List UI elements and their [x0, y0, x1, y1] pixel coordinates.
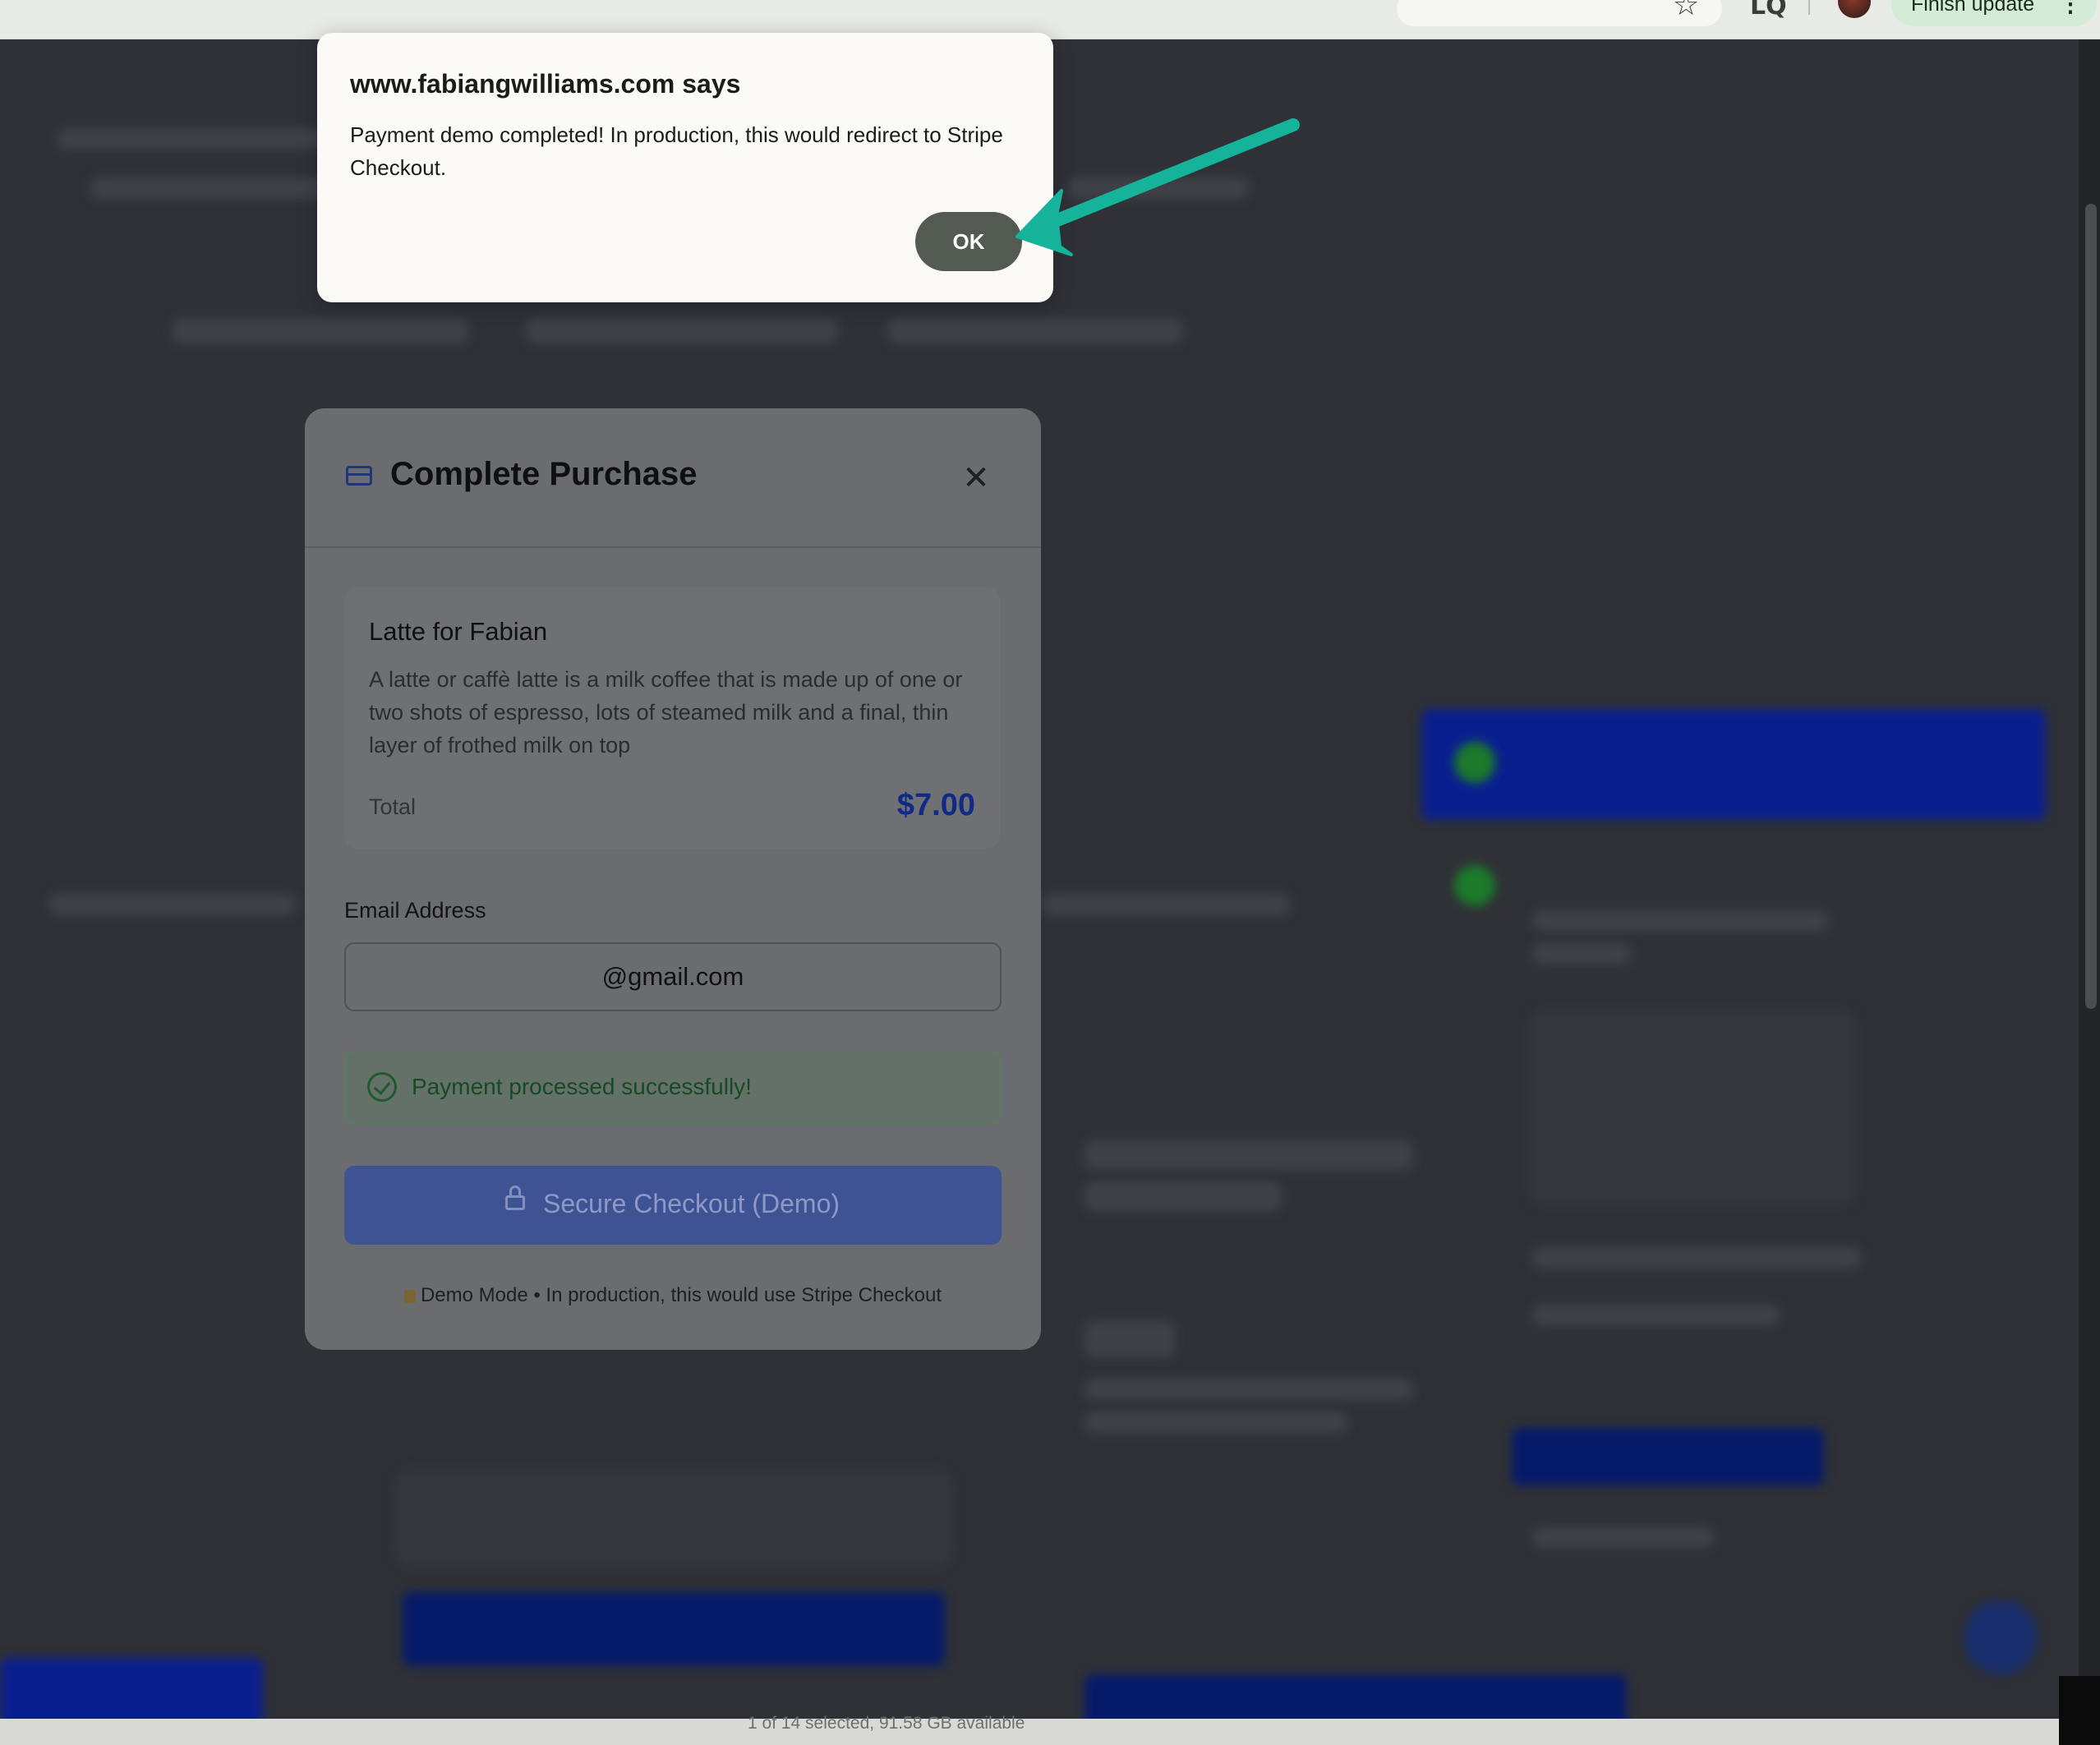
blurred-card-title — [1085, 1140, 1413, 1170]
product-summary: Latte for Fabian A latte or caffè latte … — [344, 587, 1000, 849]
blurred-button — [1512, 1428, 1824, 1485]
demo-mode-note: Demo Mode • In production, this would us… — [305, 1284, 1041, 1307]
bookmark-star-icon[interactable]: ☆ — [1673, 0, 1699, 22]
scrollbar-thumb[interactable] — [2085, 204, 2097, 1009]
modal-header: Complete Purchase ✕ — [305, 408, 1041, 548]
padlock-icon — [403, 1290, 416, 1303]
window-edge — [2059, 1676, 2100, 1745]
credit-card-icon — [346, 466, 372, 486]
blurred-nav-item — [173, 319, 468, 343]
close-icon[interactable]: ✕ — [956, 458, 997, 499]
blurred-card-title — [1085, 1181, 1282, 1211]
blurred-card — [394, 1469, 953, 1568]
blurred-button — [0, 1658, 263, 1719]
status-bar-text: 1 of 14 selected, 91.58 GB available — [748, 1714, 1025, 1733]
browser-alert-dialog: www.fabiangwilliams.com says Payment dem… — [317, 33, 1053, 302]
blurred-text — [1532, 910, 1828, 932]
more-menu-icon[interactable]: ⋮ — [2059, 0, 2082, 26]
modal-title: Complete Purchase — [390, 456, 698, 492]
lock-icon — [505, 1186, 525, 1210]
blurred-text — [1068, 177, 1249, 199]
blurred-nav-item — [887, 319, 1183, 343]
finder-status-bar — [0, 1719, 2079, 1745]
success-message: Payment processed successfully! — [412, 1074, 752, 1099]
total-label: Total — [369, 794, 417, 819]
blurred-text — [1532, 1305, 1779, 1326]
alert-message: Payment demo completed! In production, t… — [350, 122, 1003, 180]
blurred-text — [1085, 1379, 1413, 1400]
blurred-price — [1085, 1321, 1175, 1357]
demo-note-text: Demo Mode • In production, this would us… — [420, 1284, 942, 1306]
blurred-header-banner — [1421, 709, 2046, 820]
checkout-button-label: Secure Checkout (Demo) — [543, 1189, 840, 1218]
blurred-nav-item — [526, 319, 838, 343]
blurred-chat-button — [1964, 1600, 2038, 1674]
blurred-text — [1085, 1411, 1347, 1433]
blurred-avatar — [1454, 742, 1495, 783]
google-lens-icon[interactable]: LQ — [1750, 0, 1787, 21]
ok-button[interactable]: OK — [915, 212, 1022, 271]
browser-toolbar: ☆ LQ Finish update ⋮ — [0, 0, 2100, 39]
blurred-text — [1532, 943, 1631, 965]
finish-update-button[interactable]: Finish update ⋮ — [1891, 0, 2097, 26]
blurred-button — [1085, 1674, 1627, 1719]
blurred-button — [403, 1592, 945, 1666]
finish-update-label: Finish update — [1911, 0, 2035, 16]
blurred-text — [49, 894, 296, 915]
blurred-avatar — [1454, 865, 1495, 906]
secure-checkout-button[interactable]: Secure Checkout (Demo) — [344, 1166, 1002, 1245]
email-field[interactable] — [344, 942, 1002, 1011]
blurred-text — [1532, 1247, 1861, 1268]
product-name: Latte for Fabian — [369, 617, 548, 646]
purchase-modal: Complete Purchase ✕ Latte for Fabian A l… — [305, 408, 1041, 1350]
profile-avatar[interactable] — [1838, 0, 1871, 18]
blurred-card — [1528, 1009, 1857, 1206]
blurred-text — [1043, 894, 1290, 915]
total-price: $7.00 — [896, 788, 975, 822]
success-alert: Payment processed successfully! — [344, 1051, 1002, 1125]
email-label: Email Address — [344, 898, 486, 923]
check-circle-icon — [367, 1072, 397, 1102]
blurred-text — [1532, 1526, 1713, 1548]
alert-origin: www.fabiangwilliams.com says — [350, 69, 741, 99]
product-description: A latte or caffè latte is a milk coffee … — [369, 667, 963, 757]
toolbar-divider — [1808, 0, 1810, 15]
